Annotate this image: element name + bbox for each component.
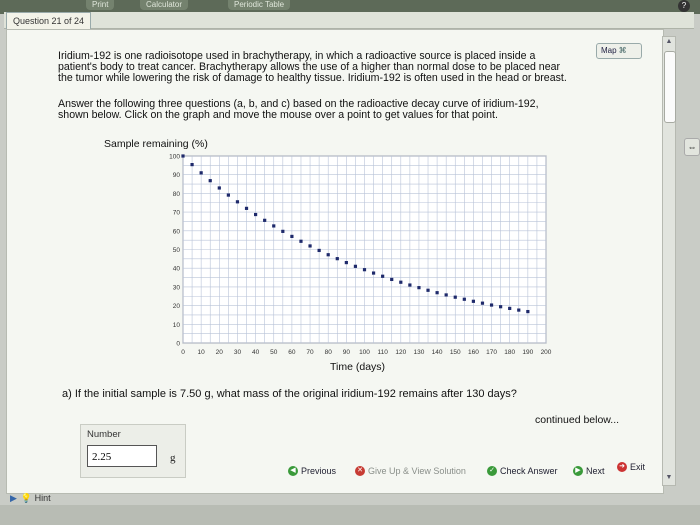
give-up-icon: ✕ <box>355 466 365 476</box>
x-tick-label: 30 <box>234 349 242 356</box>
y-tick-label: 20 <box>173 303 181 310</box>
data-point <box>408 283 412 287</box>
data-point <box>272 224 276 228</box>
y-tick-label: 90 <box>173 172 181 179</box>
data-point <box>353 264 358 268</box>
x-tick-label: 70 <box>306 349 314 356</box>
y-tick-label: 0 <box>176 341 180 348</box>
data-point <box>181 154 185 158</box>
data-point <box>335 257 339 261</box>
data-point <box>435 291 439 295</box>
data-point <box>235 200 240 204</box>
data-point <box>480 301 485 305</box>
y-tick-label: 60 <box>173 228 181 235</box>
bottom-bar <box>0 505 700 525</box>
number-label: Number <box>87 429 121 440</box>
data-point <box>217 186 221 190</box>
y-tick-label: 40 <box>173 266 181 273</box>
hint-toggle[interactable]: ▶ 💡 Hint <box>10 493 51 504</box>
x-tick-label: 190 <box>522 349 533 356</box>
expand-icon: ▶ <box>10 493 17 503</box>
data-point <box>190 163 194 167</box>
data-point <box>199 171 203 175</box>
x-tick-label: 20 <box>216 349 224 356</box>
check-icon: ✓ <box>487 466 497 476</box>
next-button[interactable]: ▶ Next <box>573 464 605 478</box>
data-point <box>417 286 421 290</box>
hint-label: Hint <box>34 493 51 503</box>
y-tick-label: 100 <box>169 154 180 161</box>
data-point <box>308 244 312 248</box>
data-point <box>299 239 303 243</box>
x-tick-label: 170 <box>486 349 497 356</box>
data-point <box>281 229 285 233</box>
data-point <box>453 295 457 299</box>
x-tick-label: 10 <box>198 349 206 356</box>
data-point <box>254 212 258 217</box>
x-tick-label: 50 <box>270 349 278 356</box>
x-tick-label: 140 <box>432 349 443 356</box>
y-tick-label: 10 <box>173 322 181 329</box>
data-point <box>263 218 267 222</box>
exit-icon: ➜ <box>617 462 627 472</box>
data-point <box>381 274 385 278</box>
exit-button[interactable]: ➜ Exit <box>617 460 645 474</box>
previous-icon: ◀ <box>288 466 298 476</box>
question-a: a) If the initial sample is 7.50 g, what… <box>62 388 517 400</box>
answer-input[interactable]: 2.25 <box>87 445 157 467</box>
next-label: Next <box>586 466 605 476</box>
data-point <box>326 253 330 257</box>
x-tick-label: 0 <box>181 349 185 356</box>
give-up-button[interactable]: ✕ Give Up & View Solution <box>355 464 466 478</box>
data-point <box>371 271 376 275</box>
data-point <box>290 234 294 239</box>
data-point <box>226 193 230 197</box>
x-tick-label: 120 <box>395 349 406 356</box>
data-point <box>390 277 394 282</box>
data-point <box>526 309 530 314</box>
x-tick-label: 160 <box>468 349 479 356</box>
x-tick-label: 180 <box>504 349 515 356</box>
data-point <box>426 288 430 292</box>
answer-unit: g <box>170 452 176 464</box>
y-tick-label: 30 <box>173 284 181 291</box>
data-point <box>362 268 367 272</box>
data-point <box>489 303 494 307</box>
x-tick-label: 150 <box>450 349 461 356</box>
data-point <box>317 248 321 253</box>
x-tick-label: 90 <box>343 349 351 356</box>
data-point <box>399 280 403 284</box>
data-point <box>208 179 212 183</box>
y-tick-label: 70 <box>173 210 181 217</box>
y-tick-label: 80 <box>173 191 181 198</box>
give-up-label: Give Up & View Solution <box>368 466 466 476</box>
answer-box: Number 2.25 <box>80 424 186 478</box>
lightbulb-icon: 💡 <box>20 493 33 503</box>
y-tick-label: 50 <box>173 247 181 254</box>
check-answer-button[interactable]: ✓ Check Answer <box>487 464 558 478</box>
previous-label: Previous <box>301 466 337 476</box>
x-tick-label: 200 <box>541 349 552 356</box>
x-tick-label: 100 <box>359 349 370 356</box>
x-tick-label: 40 <box>252 349 260 356</box>
data-point <box>499 305 503 309</box>
x-tick-label: 130 <box>414 349 425 356</box>
check-answer-label: Check Answer <box>500 466 558 476</box>
data-point <box>471 299 475 303</box>
x-tick-label: 60 <box>288 349 296 356</box>
continued-below: continued below... <box>535 414 620 426</box>
previous-button[interactable]: ◀ Previous <box>288 464 336 478</box>
data-point <box>517 308 521 312</box>
x-tick-label: 80 <box>325 349 333 356</box>
next-icon: ▶ <box>573 466 583 476</box>
data-point <box>508 306 512 311</box>
exit-label: Exit <box>630 462 646 472</box>
data-point <box>444 293 448 297</box>
x-tick-label: 110 <box>377 349 388 356</box>
data-point <box>344 260 348 265</box>
data-point <box>244 206 249 210</box>
data-point <box>462 297 466 301</box>
